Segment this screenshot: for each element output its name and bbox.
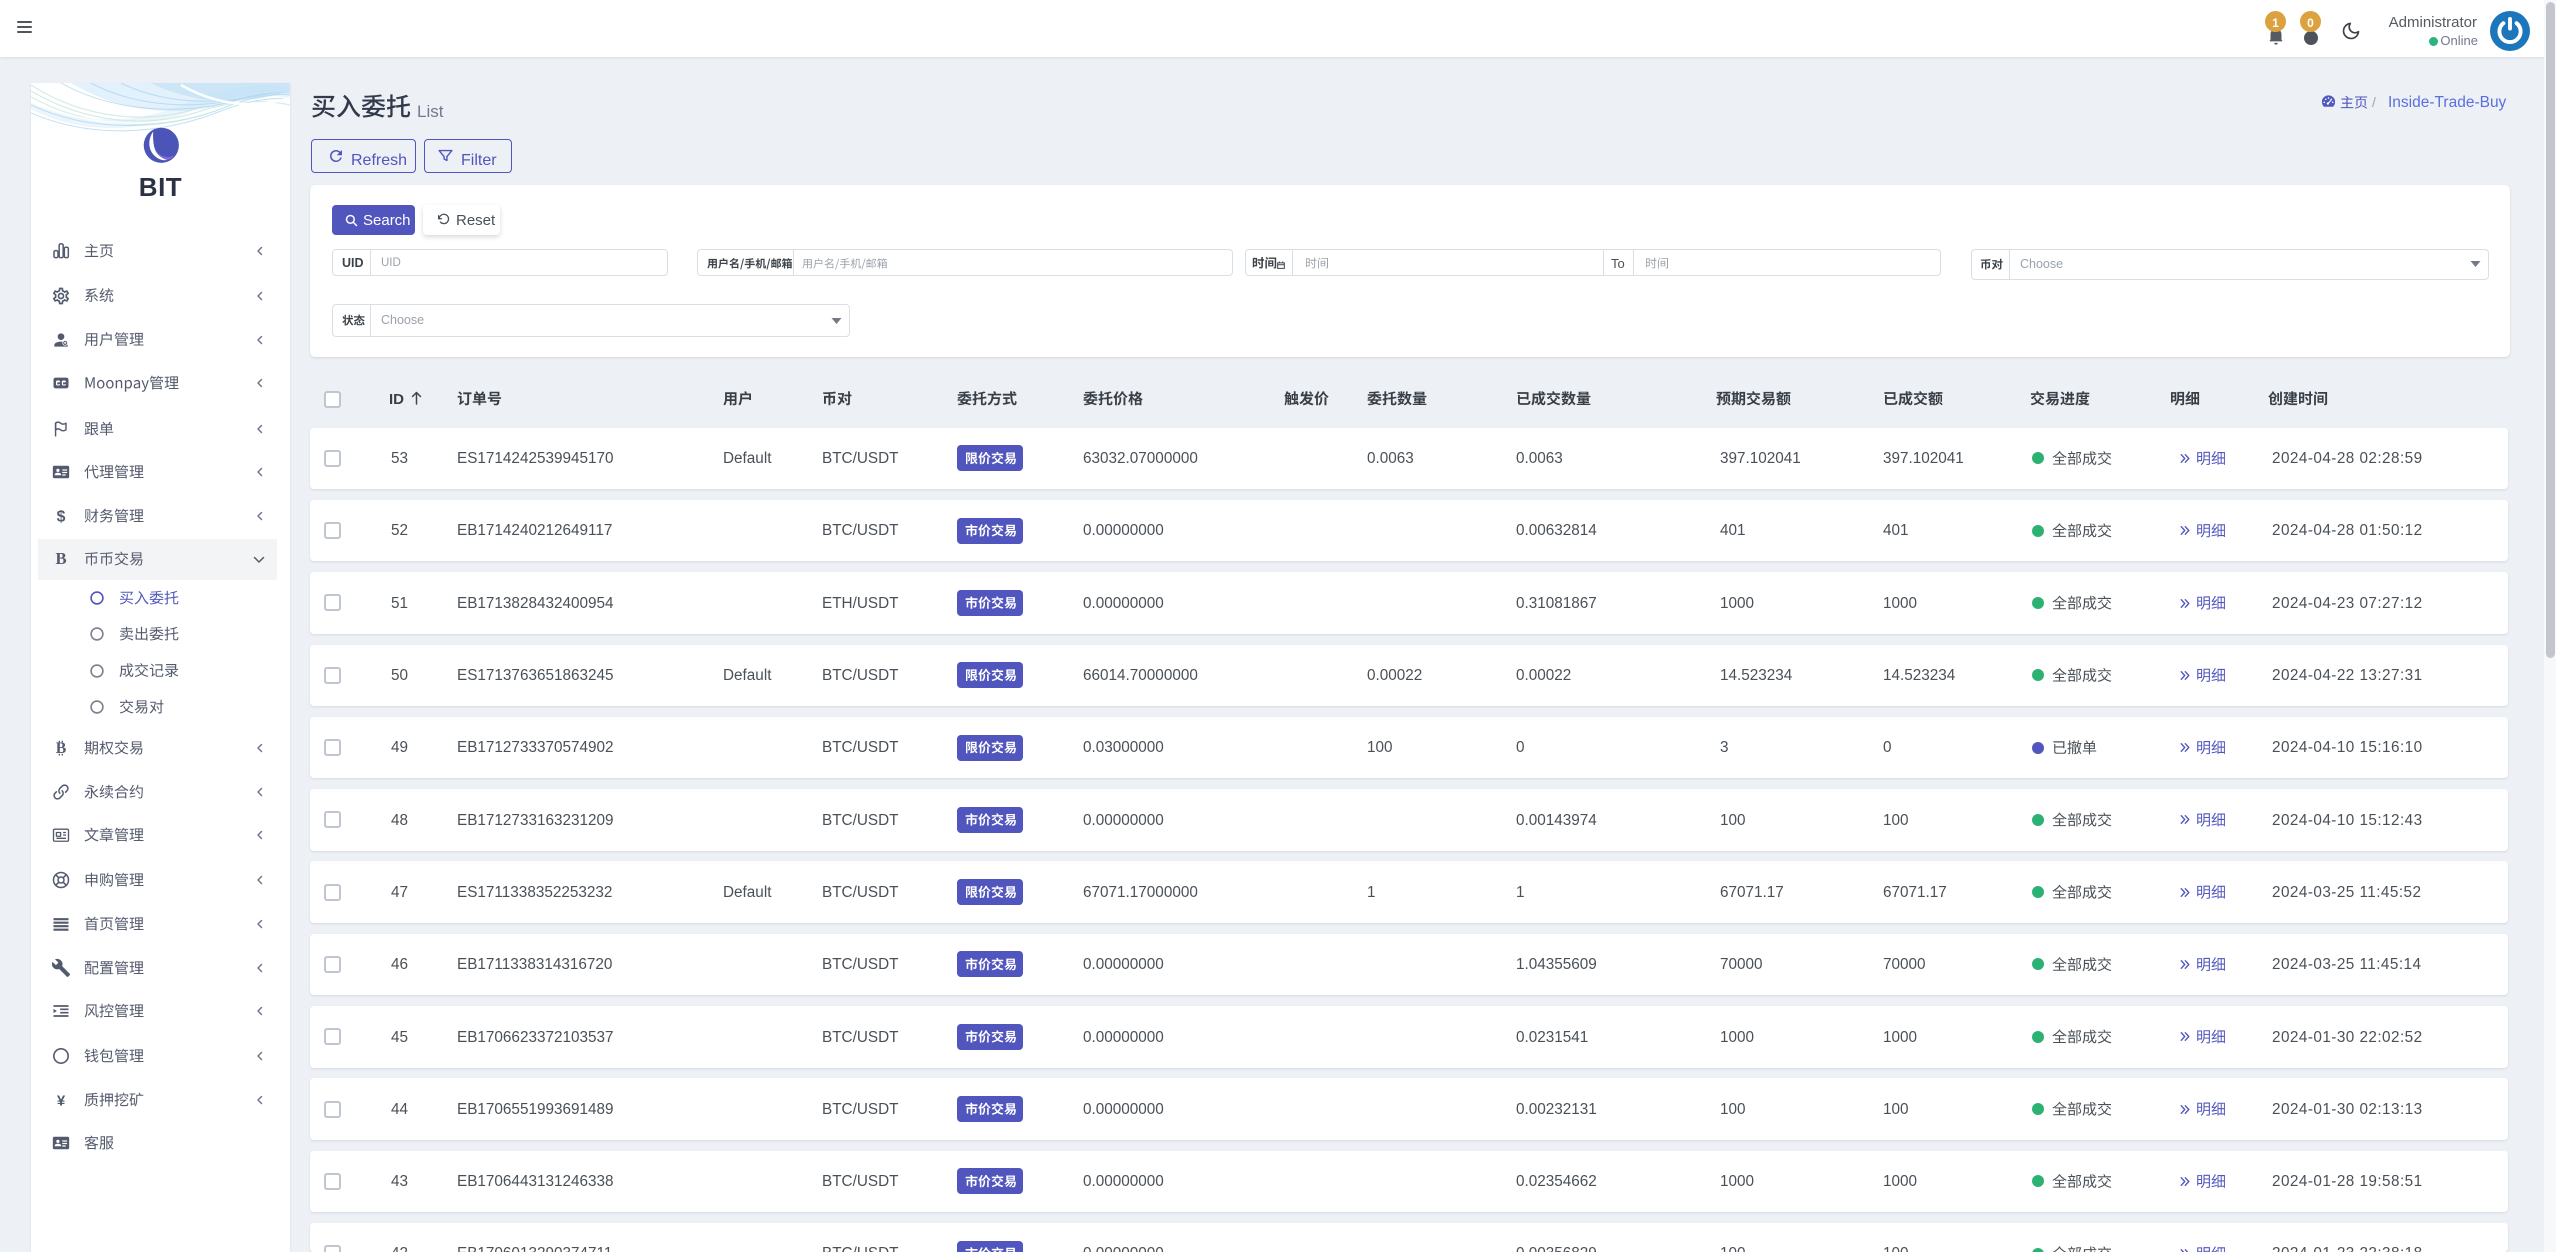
svg-text:¥: ¥ (57, 1092, 66, 1109)
svg-text:$: $ (57, 508, 66, 525)
svg-text:B: B (55, 549, 66, 568)
svg-text:B: B (56, 740, 67, 757)
